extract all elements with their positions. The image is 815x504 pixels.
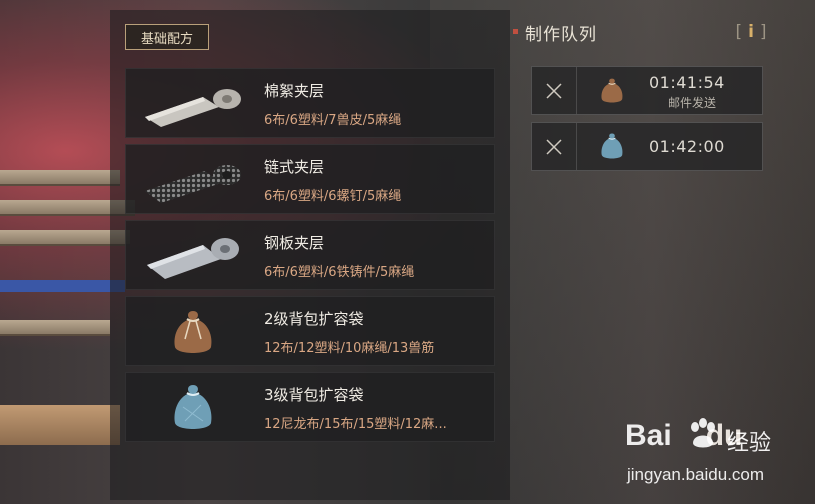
paw-icon — [691, 418, 715, 448]
queue-timer: 01:41:54 — [649, 73, 725, 92]
queue-header: 制作队列 [ i ] — [513, 20, 773, 46]
cancel-button[interactable] — [532, 67, 577, 114]
cancel-button[interactable] — [532, 123, 577, 170]
recipe-cost: 6布/6塑料/6铁铸件/5麻绳 — [264, 265, 415, 280]
watermark-cn: 经验 — [727, 431, 772, 456]
close-icon — [546, 138, 562, 155]
brown-pouch-icon — [138, 303, 248, 359]
baidu-logo: Bai du — [625, 419, 743, 452]
recipe-name: 棉絮夹层 — [264, 82, 325, 100]
baidu-watermark: Bai du 经验 jingyan.baidu.com — [625, 415, 805, 495]
steel-plate-layer-icon — [138, 227, 248, 283]
recipe-name: 2级背包扩容袋 — [264, 310, 364, 328]
cotton-layer-icon — [138, 75, 248, 131]
queue-status: 邮件发送 — [668, 96, 717, 110]
recipe-card-cotton-layer[interactable]: 棉絮夹层 6布/6塑料/7兽皮/5麻绳 — [125, 68, 495, 138]
recipe-cost: 6布/6塑料/7兽皮/5麻绳 — [264, 113, 402, 128]
tab-basic-recipes[interactable]: 基础配方 — [125, 24, 209, 50]
brown-pouch-icon — [592, 71, 632, 109]
queue-item: 01:42:00 — [531, 122, 763, 171]
background-box — [0, 405, 120, 445]
recipe-name: 3级背包扩容袋 — [264, 386, 364, 404]
info-button[interactable]: [ i ] — [735, 20, 767, 44]
queue-item: 01:41:54 邮件发送 — [531, 66, 763, 115]
recipe-card-steel-plate-layer[interactable]: 钢板夹层 6布/6塑料/6铁铸件/5麻绳 — [125, 220, 495, 290]
info-label: i — [748, 22, 754, 42]
recipe-name: 钢板夹层 — [264, 234, 325, 252]
blue-pouch-icon — [138, 379, 248, 435]
watermark-url: jingyan.baidu.com — [627, 465, 765, 484]
recipe-card-lvl2-backpack-bag[interactable]: 2级背包扩容袋 12布/12塑料/10麻绳/13兽筋 — [125, 296, 495, 366]
recipe-cost: 12布/12塑料/10麻绳/13兽筋 — [264, 341, 435, 356]
recipe-name: 链式夹层 — [264, 158, 325, 176]
queue-dot — [513, 29, 518, 34]
queue-timer: 01:42:00 — [649, 137, 725, 156]
recipe-card-chain-layer[interactable]: 链式夹层 6布/6塑料/6螺钉/5麻绳 — [125, 144, 495, 214]
chain-layer-icon — [138, 151, 248, 207]
recipe-cost: 6布/6塑料/6螺钉/5麻绳 — [264, 189, 402, 204]
recipe-cost: 12尼龙布/15布/15塑料/12麻... — [264, 417, 447, 432]
recipe-card-lvl3-backpack-bag[interactable]: 3级背包扩容袋 12尼龙布/15布/15塑料/12麻... — [125, 372, 495, 442]
close-icon — [546, 82, 562, 99]
blue-pouch-icon — [592, 127, 632, 165]
queue-title: 制作队列 — [525, 25, 597, 45]
